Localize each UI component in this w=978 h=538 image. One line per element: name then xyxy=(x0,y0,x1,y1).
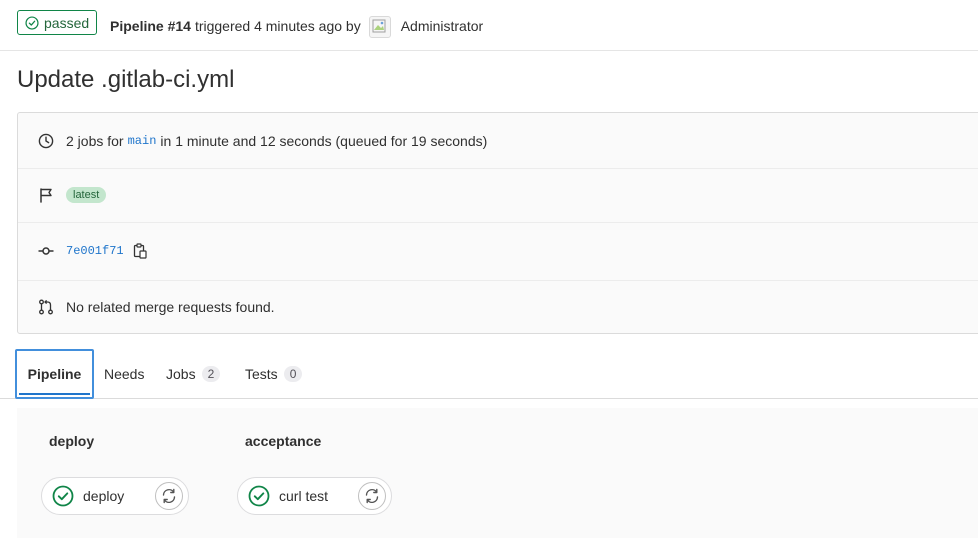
pipeline-id: Pipeline #14 xyxy=(110,18,191,34)
success-status-icon xyxy=(52,485,74,507)
tab-pipeline[interactable]: Pipeline xyxy=(15,349,94,399)
check-circle-icon xyxy=(25,15,39,30)
pipeline-info-panel: 2 jobs for main in 1 minute and 12 secon… xyxy=(17,112,978,334)
stage-title-acceptance: acceptance xyxy=(245,433,322,449)
job-curl-test[interactable]: curl test xyxy=(237,477,392,515)
tab-needs[interactable]: Needs xyxy=(104,349,144,399)
tab-jobs-label: Jobs xyxy=(166,366,196,382)
job-name: curl test xyxy=(279,488,329,504)
jobs-count-badge: 2 xyxy=(201,366,221,382)
jobs-summary: 2 jobs for main in 1 minute and 12 secon… xyxy=(66,133,487,149)
pipeline-graph xyxy=(17,408,978,538)
retry-button[interactable] xyxy=(155,482,183,510)
tab-tests[interactable]: Tests 0 xyxy=(245,349,303,399)
jobs-prefix: 2 jobs for xyxy=(66,132,124,149)
status-badge-label: passed xyxy=(44,14,90,31)
commit-row: 7e001f71 xyxy=(18,222,978,281)
merge-request-icon xyxy=(39,299,53,314)
job-deploy[interactable]: deploy xyxy=(41,477,189,515)
commit-sha-link[interactable]: 7e001f71 xyxy=(66,244,124,258)
merge-requests-text: No related merge requests found. xyxy=(66,298,275,315)
retry-icon xyxy=(162,488,176,504)
tabs-divider xyxy=(0,398,978,399)
user-name-link[interactable]: Administrator xyxy=(401,18,483,34)
jobs-suffix: in 1 minute and 12 seconds (queued for 1… xyxy=(160,132,488,149)
triggered-text: triggered 4 minutes ago by xyxy=(194,18,361,34)
copy-icon[interactable] xyxy=(133,243,147,259)
stage-title-deploy: deploy xyxy=(49,433,95,449)
merge-requests-row: No related merge requests found. xyxy=(18,280,978,333)
tab-tests-label: Tests xyxy=(245,366,278,382)
success-status-icon xyxy=(248,485,270,507)
tests-count-badge: 0 xyxy=(283,366,303,382)
tab-jobs[interactable]: Jobs 2 xyxy=(166,349,221,399)
branch-link[interactable]: main xyxy=(128,134,157,148)
tab-needs-label: Needs xyxy=(104,366,145,382)
retry-icon xyxy=(365,488,379,504)
tab-pipeline-label: Pipeline xyxy=(27,366,82,382)
active-tab-indicator xyxy=(19,393,90,395)
status-badge[interactable]: passed xyxy=(17,10,97,35)
clock-icon xyxy=(38,133,54,148)
avatar[interactable] xyxy=(368,16,391,38)
commit-icon xyxy=(38,247,54,255)
jobs-summary-row: 2 jobs for main in 1 minute and 12 secon… xyxy=(18,113,978,169)
retry-button[interactable] xyxy=(358,482,386,510)
page-title: Update .gitlab-ci.yml xyxy=(17,66,235,93)
badges-row: latest xyxy=(18,168,978,223)
broken-image-icon xyxy=(372,19,386,33)
flag-icon xyxy=(40,188,52,203)
pipeline-header: Pipeline #14 triggered 4 minutes ago by … xyxy=(110,15,483,38)
job-name: deploy xyxy=(83,488,125,504)
header-divider xyxy=(0,50,978,51)
latest-badge: latest xyxy=(66,187,107,203)
